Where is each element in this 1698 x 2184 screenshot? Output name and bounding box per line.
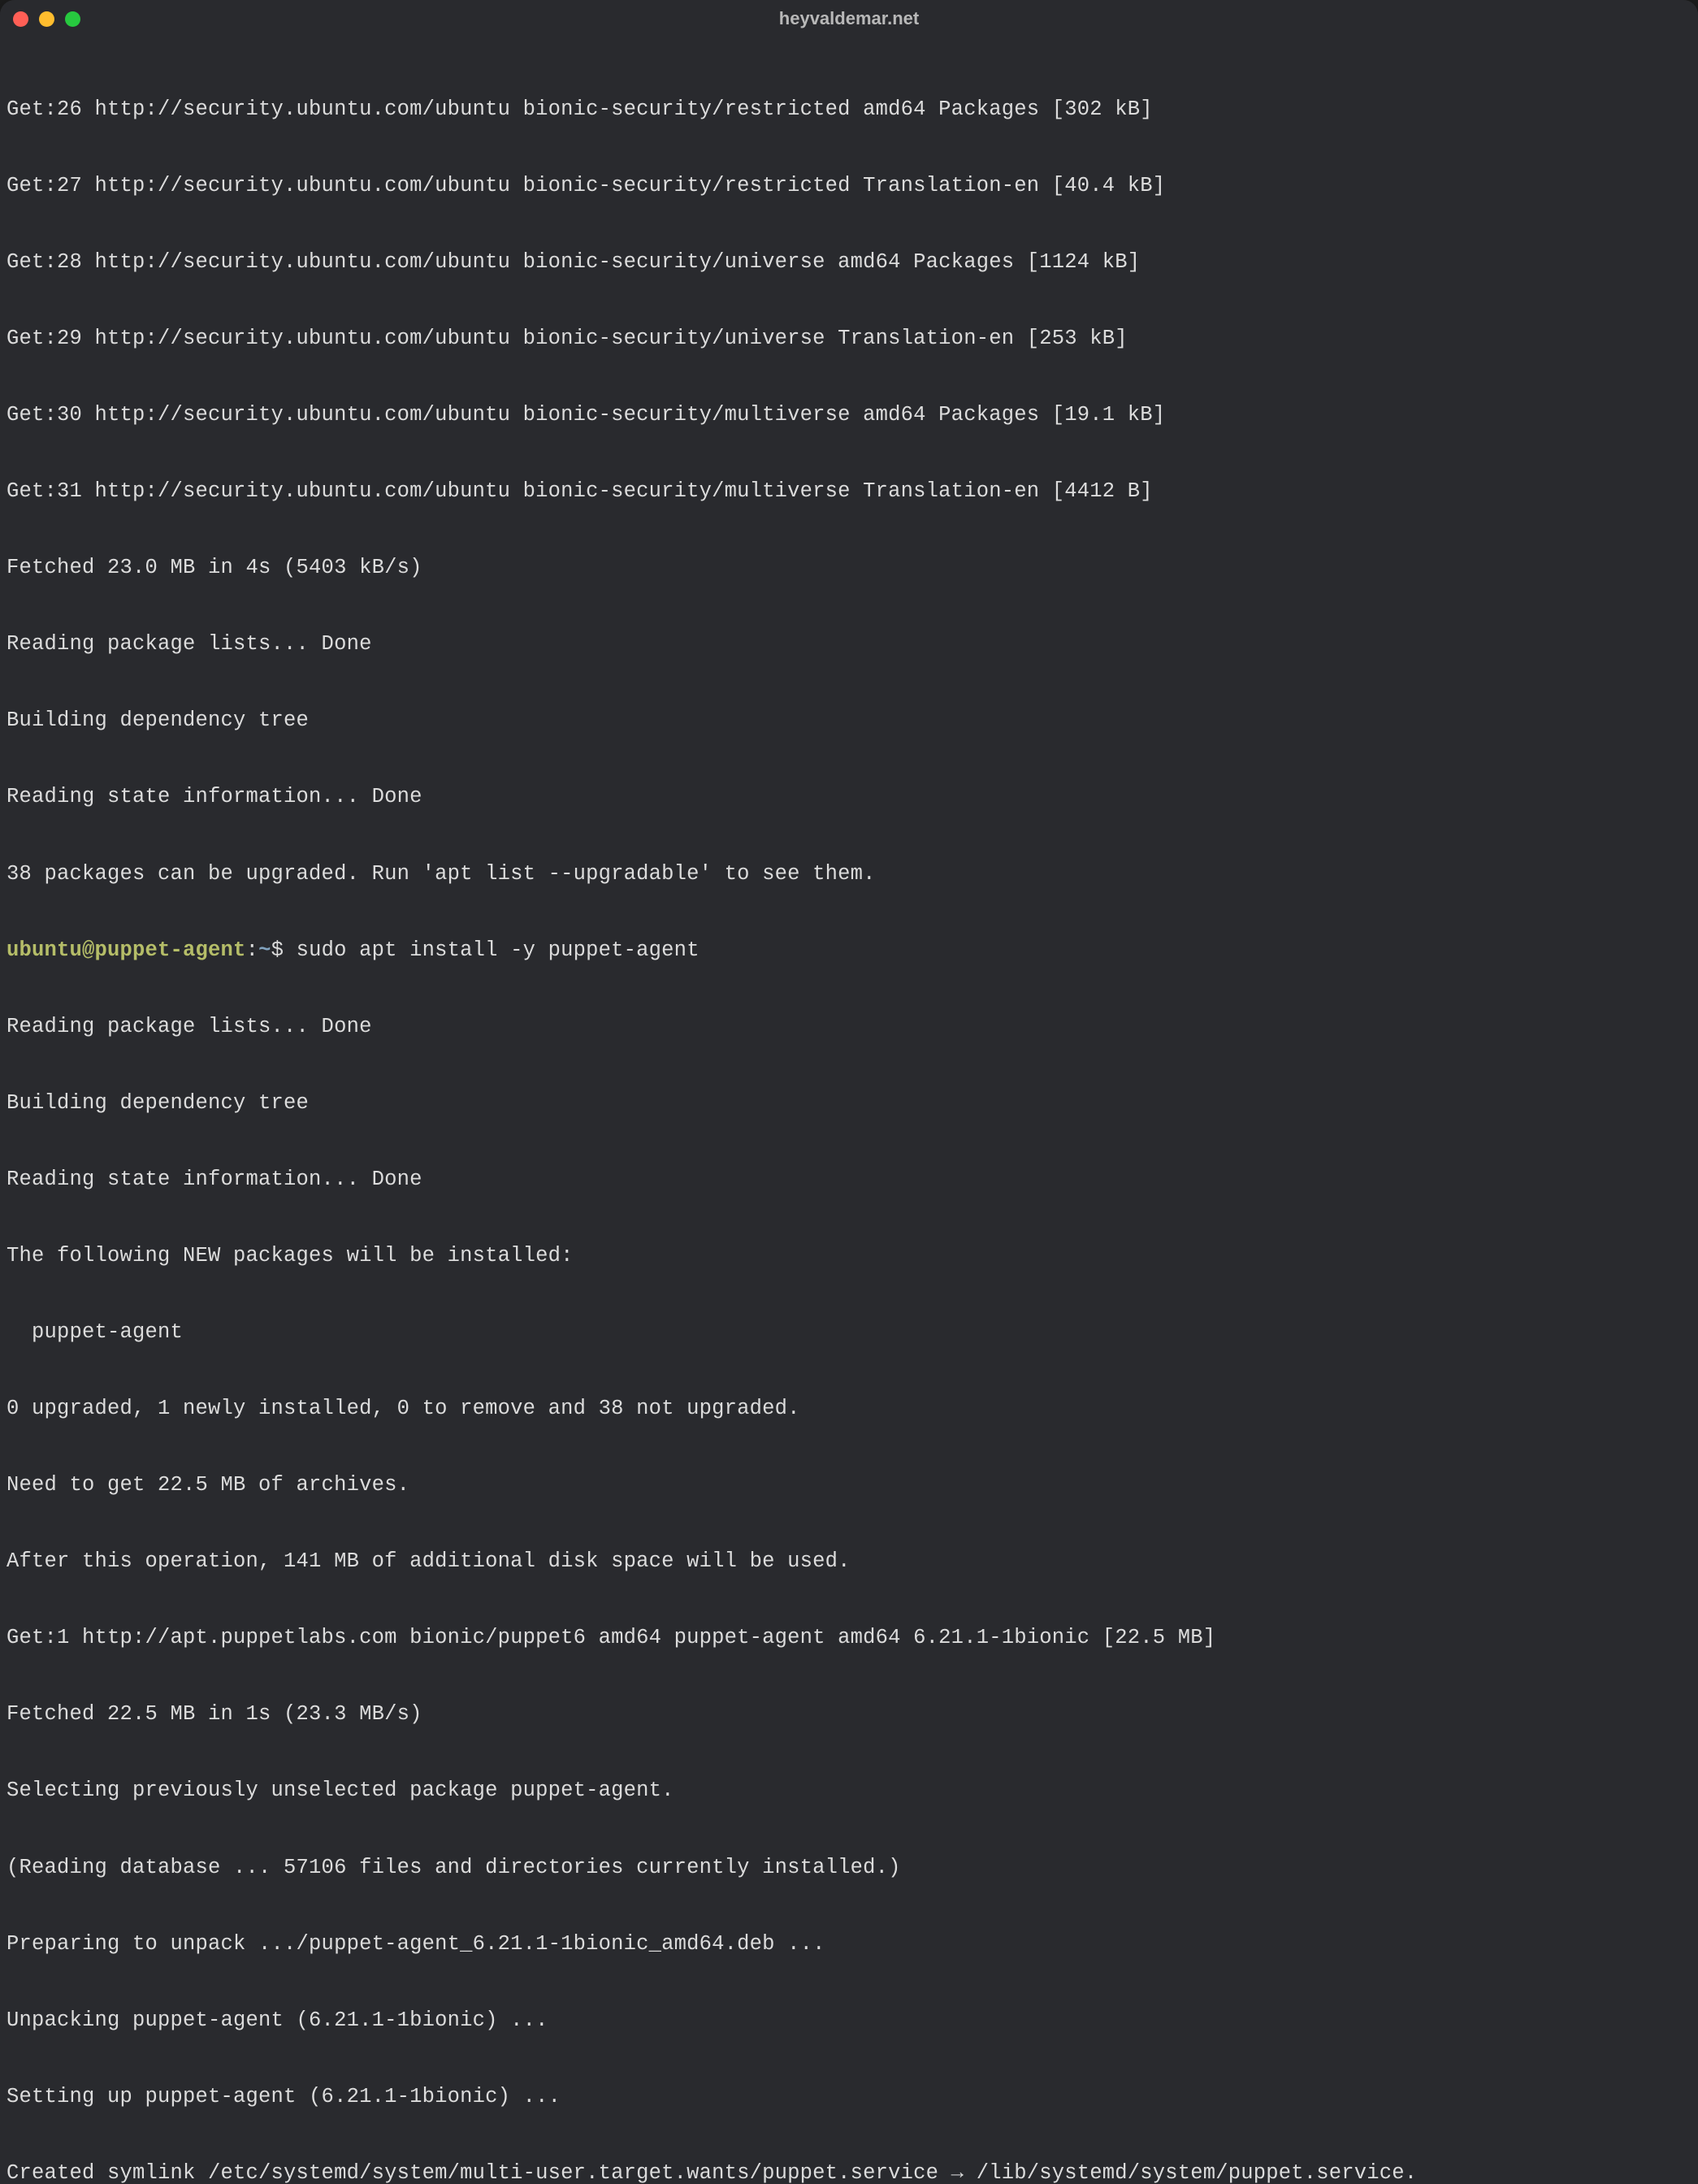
output-line: Get:31 http://security.ubuntu.com/ubuntu… <box>6 479 1692 504</box>
prompt-path: ~ <box>258 938 271 962</box>
traffic-lights <box>13 11 80 27</box>
output-line: Setting up puppet-agent (6.21.1-1bionic)… <box>6 2084 1692 2109</box>
close-icon[interactable] <box>13 11 28 27</box>
prompt-line: ubuntu@puppet-agent:~$ sudo apt install … <box>6 938 1692 963</box>
output-line: 38 packages can be upgraded. Run 'apt li… <box>6 861 1692 886</box>
output-line: Unpacking puppet-agent (6.21.1-1bionic) … <box>6 2008 1692 2033</box>
terminal-window: heyvaldemar.net Get:26 http://security.u… <box>0 0 1698 2184</box>
output-line: Reading package lists... Done <box>6 1014 1692 1039</box>
output-line: Selecting previously unselected package … <box>6 1778 1692 1803</box>
output-line: Building dependency tree <box>6 1090 1692 1116</box>
output-line: Need to get 22.5 MB of archives. <box>6 1472 1692 1497</box>
titlebar: heyvaldemar.net <box>0 0 1698 37</box>
output-line: Get:27 http://security.ubuntu.com/ubuntu… <box>6 173 1692 198</box>
output-line: Get:29 http://security.ubuntu.com/ubuntu… <box>6 326 1692 351</box>
prompt-dollar: $ <box>271 938 284 962</box>
output-line: The following NEW packages will be insta… <box>6 1243 1692 1268</box>
output-line: 0 upgraded, 1 newly installed, 0 to remo… <box>6 1396 1692 1421</box>
output-line: Get:28 http://security.ubuntu.com/ubuntu… <box>6 249 1692 275</box>
minimize-icon[interactable] <box>39 11 54 27</box>
output-line: Get:30 http://security.ubuntu.com/ubuntu… <box>6 402 1692 427</box>
output-line: Building dependency tree <box>6 708 1692 733</box>
output-line: puppet-agent <box>6 1320 1692 1345</box>
output-line: Fetched 22.5 MB in 1s (23.3 MB/s) <box>6 1701 1692 1727</box>
command-text: sudo apt install -y puppet-agent <box>284 938 700 962</box>
output-line: Preparing to unpack .../puppet-agent_6.2… <box>6 1931 1692 1956</box>
output-line: Get:1 http://apt.puppetlabs.com bionic/p… <box>6 1625 1692 1650</box>
prompt-host: puppet-agent <box>95 938 246 962</box>
prompt-colon: : <box>246 938 259 962</box>
output-line: Reading package lists... Done <box>6 631 1692 656</box>
output-line: Reading state information... Done <box>6 1167 1692 1192</box>
prompt-at: @ <box>82 938 95 962</box>
output-line: (Reading database ... 57106 files and di… <box>6 1855 1692 1880</box>
output-line: Reading state information... Done <box>6 784 1692 809</box>
output-line: After this operation, 141 MB of addition… <box>6 1549 1692 1574</box>
window-title: heyvaldemar.net <box>779 8 919 29</box>
output-line: Created symlink /etc/systemd/system/mult… <box>6 2160 1692 2184</box>
output-line: Get:26 http://security.ubuntu.com/ubuntu… <box>6 97 1692 122</box>
prompt-user: ubuntu <box>6 938 82 962</box>
terminal-body[interactable]: Get:26 http://security.ubuntu.com/ubuntu… <box>0 37 1698 2184</box>
maximize-icon[interactable] <box>65 11 80 27</box>
output-line: Fetched 23.0 MB in 4s (5403 kB/s) <box>6 555 1692 580</box>
